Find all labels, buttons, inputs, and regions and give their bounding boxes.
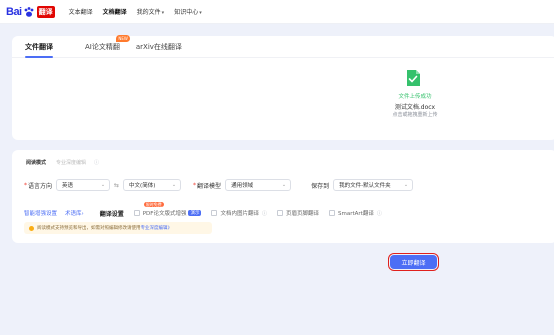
smartart-checkbox[interactable]: SmartArt翻译 ⓘ [329, 209, 382, 217]
settings-card: 阅读模式 专业深度编辑 ⓘ * 语言方向 英语 ⌄ ⇆ 中文(简体) ⌄ * 翻… [12, 150, 554, 243]
model-label: 翻译模型 [197, 182, 222, 190]
logo-text: Bai [6, 5, 22, 18]
top-bar: Bai 翻译 文本翻译 文档翻译 我的文件▾ 知识中心▾ [0, 0, 554, 24]
new-badge: NEW [116, 35, 130, 42]
nav-knowledge[interactable]: 知识中心▾ [174, 7, 202, 16]
demo-tag[interactable]: 演示 [188, 210, 202, 216]
mode-notice: 阅读模式支持预览和导出，如需对照编辑修改请使用 专业深度编辑》 [24, 222, 212, 234]
mode-tabs: 文件翻译 AI论文精翻 NEW arXiv在线翻译 [12, 35, 554, 58]
warning-icon [29, 225, 34, 231]
chevron-down-icon: ⌄ [403, 182, 409, 188]
required-mark: * [24, 181, 27, 189]
pdf-enhance-checkbox[interactable]: 限时免费 PDF论文版式增强 演示 [133, 202, 202, 217]
info-icon[interactable]: ⓘ [94, 159, 99, 166]
tab-ai-paper[interactable]: AI论文精翻 NEW [85, 35, 130, 57]
nav-text-translate[interactable]: 文本翻译 [69, 7, 93, 16]
nav-my-files[interactable]: 我的文件▾ [137, 7, 165, 16]
chevron-down-icon: ⌄ [171, 182, 177, 188]
direction-label: 语言方向 [28, 182, 53, 190]
save-folder-select[interactable]: 我的文件-默认文件夹 ⌄ [333, 179, 414, 191]
translate-settings-label: 翻译设置 [99, 210, 124, 218]
tab-file-translate[interactable]: 文件翻译 [25, 42, 53, 58]
image-translate-checkbox[interactable]: 文档内图片翻译 ⓘ [211, 209, 267, 217]
help-icon[interactable]: ⓘ [262, 210, 267, 217]
chevron-down-icon: ⌄ [281, 182, 287, 188]
checkbox[interactable] [276, 210, 283, 216]
view-mode-tabs: 阅读模式 专业深度编辑 ⓘ [24, 157, 99, 168]
smart-enhance-link[interactable]: 智能增强设置 [24, 209, 57, 217]
limited-free-badge: 限时免费 [143, 202, 164, 207]
swap-languages-icon[interactable]: ⇆ [114, 182, 119, 189]
reupload-link[interactable]: 点击或拖拽重新上传 [370, 111, 460, 118]
tab-pro-edit[interactable]: 专业深度编辑 [54, 157, 88, 168]
tab-arxiv[interactable]: arXiv在线翻译 [136, 42, 182, 57]
model-select[interactable]: 通用领域 ⌄ [225, 179, 292, 191]
chevron-down-icon: ▾ [161, 10, 165, 16]
tab-reading-mode[interactable]: 阅读模式 [24, 157, 48, 168]
translate-now-button[interactable]: 立即翻译 [388, 253, 439, 271]
language-row: * 语言方向 英语 ⌄ ⇆ 中文(简体) ⌄ * 翻译模型 通用领域 ⌄ 保存到… [24, 178, 544, 192]
chevron-down-icon: ⌄ [100, 182, 106, 188]
chevron-down-icon: ▾ [199, 10, 202, 16]
source-language-select[interactable]: 英语 ⌄ [56, 179, 111, 191]
pro-edit-link[interactable]: 专业深度编辑》 [141, 225, 173, 231]
uploaded-filename: 测试文档.docx [394, 104, 436, 111]
paw-icon [24, 6, 34, 17]
header-footer-checkbox[interactable]: 页眉页脚翻译 [276, 209, 319, 217]
options-row: 智能增强设置 术语库› 翻译设置 限时免费 PDF论文版式增强 演示 文档内图片… [24, 202, 544, 219]
baidu-translate-logo[interactable]: Bai 翻译 [6, 0, 55, 24]
logo-fanyi-tag: 翻译 [36, 5, 55, 18]
checkbox[interactable] [133, 210, 140, 216]
checkbox[interactable] [329, 210, 335, 216]
nav-doc-translate[interactable]: 文档翻译 [103, 7, 127, 16]
upload-status: 文件上传成功 [398, 94, 432, 100]
top-nav: 文本翻译 文档翻译 我的文件▾ 知识中心▾ [69, 7, 212, 16]
glossary-link[interactable]: 术语库› [65, 209, 84, 217]
help-icon[interactable]: ⓘ [377, 210, 382, 217]
checkbox[interactable] [211, 210, 218, 216]
required-mark: * [193, 181, 197, 189]
file-check-icon [407, 70, 420, 86]
save-to-label: 保存到 [311, 182, 330, 190]
upload-card: 文件翻译 AI论文精翻 NEW arXiv在线翻译 [12, 35, 554, 140]
target-language-select[interactable]: 中文(简体) ⌄ [123, 179, 182, 191]
